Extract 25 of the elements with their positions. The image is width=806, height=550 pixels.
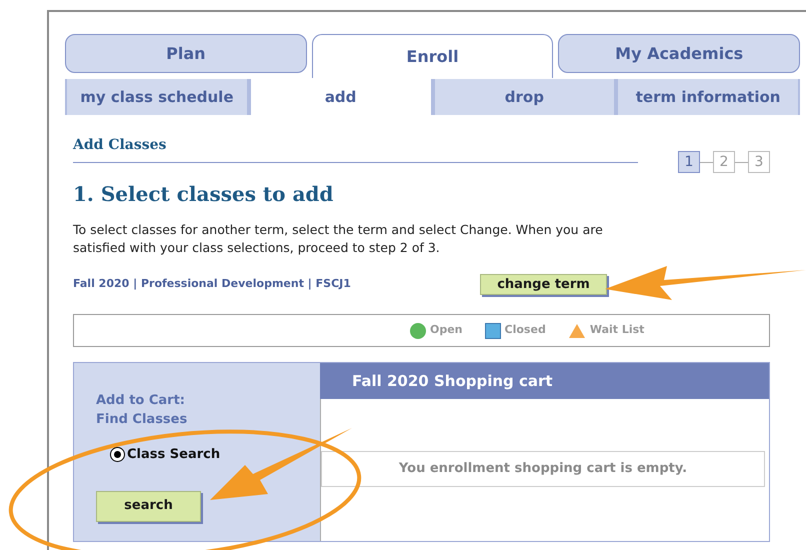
legend-label: Wait List [590, 322, 644, 338]
class-search-radio[interactable] [110, 447, 125, 462]
class-search-label: Class Search [127, 446, 220, 464]
main-tab[interactable]: My Academics [558, 34, 800, 73]
empty-cart-message: You enrollment shopping cart is empty. [321, 451, 765, 487]
find-classes-label: Find Classes [96, 411, 188, 429]
step-indicator: 1 [678, 151, 700, 173]
main-tab[interactable]: Enroll [312, 34, 554, 78]
section-title: Add Classes [73, 136, 168, 155]
sub-tab[interactable]: my class schedule [65, 79, 249, 115]
page-heading: 1. Select classes to add [73, 181, 334, 208]
cart-header: Fall 2020 Shopping cart [320, 363, 769, 399]
sub-tab[interactable]: term information [616, 79, 800, 115]
sub-tab[interactable]: drop [432, 79, 616, 115]
change-term-button[interactable]: change term [480, 274, 607, 294]
add-to-cart-title: Add to Cart: [96, 392, 186, 410]
term-info: Fall 2020 | Professional Development | FSCJ1 [73, 276, 352, 292]
step-indicator: 3 [748, 151, 770, 173]
search-button[interactable]: search [96, 490, 201, 522]
step-indicator: 2 [713, 151, 735, 173]
legend-label: Open [430, 322, 463, 338]
sub-tab[interactable]: add [248, 79, 432, 115]
main-tab[interactable]: Plan [65, 34, 307, 73]
legend-label: Closed [504, 322, 546, 338]
instructions-text: To select classes for another term, select the term and select Change. When you are satisfied with your class selections, proceed to step 2 of 3. [73, 221, 604, 257]
